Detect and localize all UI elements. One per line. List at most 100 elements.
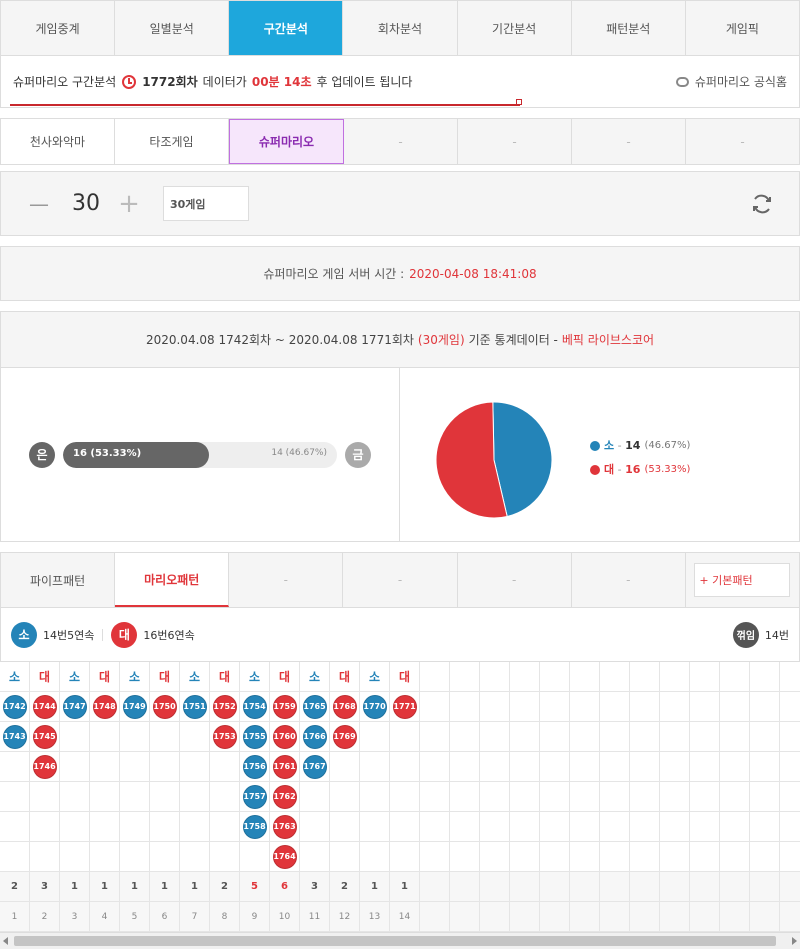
grid-cell [660,692,690,722]
round-ball[interactable]: 1770 [362,694,387,719]
ratio-bar-panel: 은 16 (53.33%) 14 (46.67%) 금 [1,368,401,541]
grid-cell [60,722,90,752]
pie-panel: 소 - 14 (46.67%) 대 - 16 (53.33%) [400,368,799,541]
tab-pattern-analysis[interactable]: 패턴분석 [571,1,686,55]
column-count: 2 [330,872,360,902]
legend-small: 소 - 14 (46.67%) [590,434,690,458]
column-index [750,902,780,932]
tab-mario-pattern[interactable]: 마리오패턴 [115,553,230,607]
tab-round-analysis[interactable]: 회차분석 [343,1,458,55]
scroll-left-arrow[interactable] [3,937,8,945]
grid-cell: 1754 [240,692,270,722]
column-header [660,662,690,692]
scroll-right-arrow[interactable] [792,937,797,945]
tab-section-analysis[interactable]: 구간분석 [229,1,344,55]
tab-ostrich-game[interactable]: 타조게임 [115,119,229,164]
grid-cell: 1768 [330,692,360,722]
grid-cell [210,842,240,872]
basic-pattern-button[interactable]: + 기본패턴 [694,563,791,597]
tab-pipe-pattern[interactable]: 파이프패턴 [1,553,116,607]
round-ball[interactable]: 1753 [212,724,237,749]
column-count [690,872,720,902]
grid-cell: 1771 [390,692,420,722]
tab-daily-analysis[interactable]: 일별분석 [115,1,230,55]
grid-cell: 1763 [270,812,300,842]
grid-cell [540,782,570,812]
round-ball[interactable]: 1756 [242,754,267,779]
grid-cell: 1758 [240,812,270,842]
grid-cell [360,722,390,752]
grid-cell [570,692,600,722]
flip-count-text: 14번 [764,628,789,642]
round-ball[interactable]: 1759 [272,694,297,719]
tab-game-pick[interactable]: 게임픽 [685,1,799,55]
round-ball[interactable]: 1747 [62,694,87,719]
grid-cell: 1755 [240,722,270,752]
stats-game-count: (30게임) [417,333,465,347]
tab-empty: - [686,119,799,164]
grid-cell [720,812,750,842]
round-ball[interactable]: 1749 [122,694,147,719]
grid-cell [750,692,780,722]
round-ball[interactable]: 1743 [2,724,27,749]
grid-column: 소 1751 1 7 [180,662,210,932]
grid-cell [780,722,800,752]
round-ball[interactable]: 1754 [242,694,267,719]
round-ball[interactable]: 1760 [272,724,297,749]
round-ball[interactable]: 1757 [242,784,267,809]
grid-cell: 1750 [150,692,180,722]
column-index [450,902,480,932]
round-ball[interactable]: 1764 [272,844,297,869]
grid-cell [750,812,780,842]
round-ball[interactable]: 1768 [332,694,357,719]
round-ball[interactable]: 1763 [272,814,297,839]
grid-column: 대 1771 1 14 [390,662,420,932]
scroll-thumb[interactable] [14,936,776,946]
round-ball[interactable]: 1745 [32,724,57,749]
grid-cell [390,812,420,842]
column-index: 4 [90,902,120,932]
round-ball[interactable]: 1742 [2,694,27,719]
round-ball[interactable]: 1758 [242,814,267,839]
top-nav: 게임중계 일별분석 구간분석 회차분석 기간분석 패턴분석 게임픽 [0,0,800,56]
plus-button[interactable]: + [117,189,141,219]
grid-cell: 1749 [120,692,150,722]
grid-cell [750,722,780,752]
game-count-select[interactable]: 30게임 [163,186,249,221]
round-ball[interactable]: 1771 [392,694,417,719]
tab-period-analysis[interactable]: 기간분석 [457,1,572,55]
column-index [480,902,510,932]
refresh-icon[interactable] [751,193,773,215]
round-ball[interactable]: 1744 [32,694,57,719]
round-ball[interactable]: 1767 [302,754,327,779]
official-home-link[interactable]: 슈퍼마리오 공식홈 [675,73,787,90]
round-ball[interactable]: 1766 [302,724,327,749]
round-ball[interactable]: 1755 [242,724,267,749]
horizontal-scrollbar[interactable] [0,932,800,949]
round-ball[interactable]: 1748 [92,694,117,719]
round-ball[interactable]: 1761 [272,754,297,779]
grid-cell: 1765 [300,692,330,722]
round-ball[interactable]: 1746 [32,754,57,779]
grid-cell [690,722,720,752]
round-ball[interactable]: 1751 [182,694,207,719]
column-count: 2 [210,872,240,902]
round-ball[interactable]: 1769 [332,724,357,749]
grid-cell [450,692,480,722]
tab-game-broadcast[interactable]: 게임중계 [1,1,116,55]
minus-button[interactable]: — [27,192,51,216]
round-ball[interactable]: 1750 [152,694,177,719]
grid-cell [0,842,30,872]
round-ball[interactable]: 1765 [302,694,327,719]
round-ball[interactable]: 1762 [272,784,297,809]
column-header: 소 [240,662,270,692]
column-index [420,902,450,932]
stats-mid: 기준 통계데이터 - [468,333,558,347]
tab-super-mario[interactable]: 슈퍼마리오 [229,119,344,164]
column-count [480,872,510,902]
column-header: 대 [390,662,420,692]
game-count-value: 30 [72,191,100,216]
round-ball[interactable]: 1752 [212,694,237,719]
clock-icon [122,74,137,89]
tab-angel-devil[interactable]: 천사와악마 [1,119,115,164]
